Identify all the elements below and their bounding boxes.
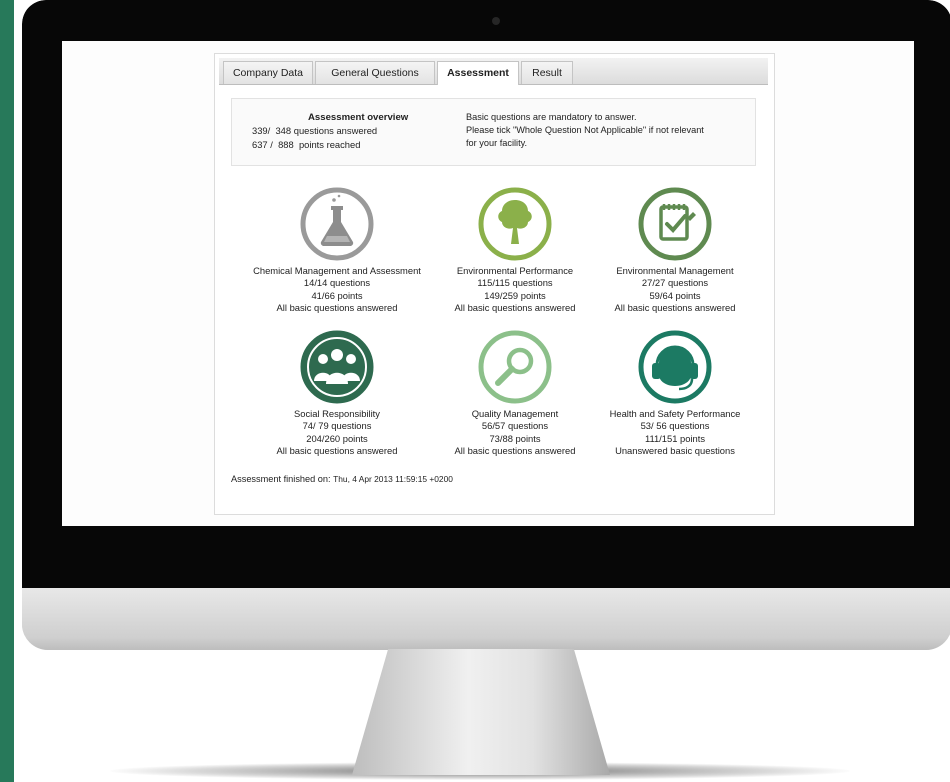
points-label: points reached <box>298 139 361 150</box>
monitor: Company Data General Questions Assessmen… <box>22 0 950 650</box>
category-name: Health and Safety Performance <box>609 408 741 419</box>
category-questions: 27/27 questions <box>641 277 709 289</box>
overview-note-line-2: Please tick "Whole Question Not Applicab… <box>466 125 704 135</box>
monitor-chin <box>22 588 950 650</box>
overview-note-line-3: for your facility. <box>466 138 528 148</box>
category-points: 59/64 points <box>649 289 701 301</box>
points-reached-count: 637 / <box>252 139 273 150</box>
overview-note-line-1: Basic questions are mandatory to answer. <box>466 112 637 122</box>
category-environmental-management[interactable]: Environmental Management 27/27 questions… <box>570 186 780 314</box>
questions-answered-count: 339/ <box>252 125 271 136</box>
magnifier-icon <box>478 330 552 404</box>
assessment-finished-line: Assessment finished on: Thu, 4 Apr 2013 … <box>231 474 453 484</box>
overview-points-line: 637 / 888 points reached <box>252 139 360 150</box>
category-points: 111/151 points <box>644 432 706 444</box>
points-total-count: 888 <box>278 139 294 150</box>
people-icon <box>300 330 374 404</box>
category-name: Environmental Management <box>616 265 734 276</box>
camera-icon <box>492 17 500 25</box>
monitor-stand <box>352 649 610 775</box>
tab-result[interactable]: Result <box>521 61 573 84</box>
category-status: All basic questions answered <box>614 301 736 313</box>
overview-questions-line: 339/ 348 questions answered <box>252 125 377 136</box>
tab-assessment[interactable]: Assessment <box>437 61 519 85</box>
questions-label: questions answered <box>293 125 378 136</box>
green-side-strip <box>0 0 14 782</box>
assessment-panel: Company Data General Questions Assessmen… <box>214 53 775 515</box>
questions-total-count: 348 <box>275 125 292 136</box>
overview-title: Assessment overview <box>308 112 409 123</box>
flask-icon <box>300 187 374 261</box>
checklist-icon <box>638 187 712 261</box>
category-status: Unanswered basic questions <box>615 444 735 456</box>
finished-label: Assessment finished on: <box>231 474 331 484</box>
monitor-screen: Company Data General Questions Assessmen… <box>62 41 914 526</box>
tab-bar: Company Data General Questions Assessmen… <box>219 58 768 85</box>
tab-general-questions[interactable]: General Questions <box>315 61 435 84</box>
headset-icon <box>638 330 712 404</box>
category-health-and-safety[interactable]: Health and Safety Performance 53/ 56 que… <box>570 329 780 457</box>
monitor-bezel: Company Data General Questions Assessmen… <box>22 0 950 588</box>
category-questions: 53/ 56 questions <box>640 420 710 432</box>
tab-company-data[interactable]: Company Data <box>223 61 313 84</box>
tree-icon <box>478 187 552 261</box>
assessment-overview: Assessment overview 339/ 348 questions a… <box>231 98 756 166</box>
finished-date: Thu, 4 Apr 2013 11:59:15 +0200 <box>333 474 453 484</box>
